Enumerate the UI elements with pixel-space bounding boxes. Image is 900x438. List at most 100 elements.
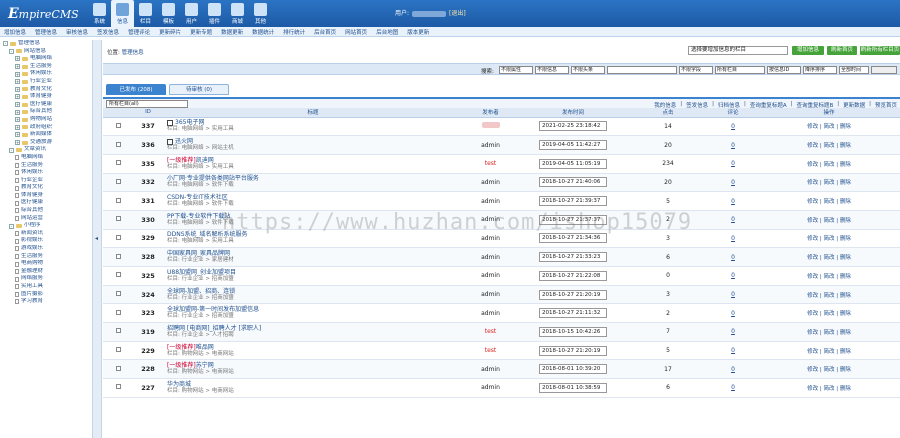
expand-toggle-icon[interactable]: - [9,223,14,229]
expand-toggle-icon[interactable]: + [15,132,20,138]
subnav-link[interactable]: 排行统计 [283,28,305,36]
comment-count-link[interactable]: 0 [731,347,735,354]
expand-toggle-icon[interactable]: + [15,94,20,100]
row-actions[interactable]: 修改 | 简改 | 删除 [807,143,851,149]
keyword-input[interactable] [607,66,677,74]
expand-toggle-icon[interactable]: - [9,147,14,153]
tree-item[interactable]: + 生活服务 [3,63,92,71]
add-info-button[interactable]: 增加信息 [792,46,824,55]
row-checkbox[interactable] [115,384,121,390]
row-actions[interactable]: 修改 | 简改 | 删除 [807,349,851,355]
tab-published[interactable]: 已发布 (208) [106,84,166,95]
publish-time-field[interactable]: 2018-10-15 10:42:26 [539,326,607,337]
topnav-plugin[interactable]: 插件 [203,0,226,27]
row-checkbox[interactable] [115,160,121,166]
expand-toggle-icon[interactable]: + [15,56,20,62]
comment-count-link[interactable]: 0 [731,366,735,373]
row-checkbox[interactable] [115,141,121,147]
tree-item[interactable]: 网络服务 [3,275,92,283]
comment-count-link[interactable]: 0 [731,198,735,205]
tree-item[interactable]: 新闻资讯 [3,230,92,238]
title-link[interactable]: 唯品网 [196,344,214,351]
tree-item[interactable]: 综合其他 [3,207,92,215]
subnav-link[interactable]: 后台首页 [314,28,336,36]
tree-item[interactable]: 教育文化 [3,184,92,192]
expand-toggle-icon[interactable]: - [9,48,14,54]
tree-item[interactable]: + 教育文化 [3,86,92,94]
expand-toggle-icon[interactable]: + [15,140,20,146]
topnav-other[interactable]: 其他 [249,0,272,27]
tree-item[interactable]: 金融理财 [3,268,92,276]
topnav-system[interactable]: 系统 [88,0,111,27]
subnav-link[interactable]: 签发信息 [97,28,119,36]
row-actions[interactable]: 修改 | 简改 | 删除 [807,311,851,317]
expand-toggle-icon[interactable]: + [15,86,20,92]
publisher-link[interactable]: admin [481,272,500,279]
column-select-dropdown[interactable]: 选择要增加信息的栏目 [688,46,788,55]
publisher-link[interactable]: test [485,328,497,335]
row-checkbox[interactable] [115,234,121,240]
row-actions[interactable]: 修改 | 简改 | 删除 [807,293,851,299]
row-checkbox[interactable] [115,347,121,353]
row-checkbox[interactable] [115,291,121,297]
refresh-all-button[interactable]: 刷新所有栏目页 [860,46,900,55]
row-actions[interactable]: 修改 | 简改 | 删除 [807,218,851,224]
row-checkbox[interactable] [115,197,121,203]
row-checkbox[interactable] [115,122,121,128]
row-actions[interactable]: 修改 | 简改 | 删除 [807,330,851,336]
subnav-link[interactable]: 数据统计 [252,28,274,36]
title-link[interactable]: PP下载-专业软件下载站 [167,213,230,220]
expand-toggle-icon[interactable]: - [3,41,8,47]
tree-item[interactable]: 体育健身 [3,192,92,200]
comment-count-link[interactable]: 0 [731,179,735,186]
tree-item[interactable]: 生活服务 [3,162,92,170]
tree-item[interactable]: 医疗健康 [3,199,92,207]
title-link[interactable]: U88加盟网_创业加盟项目 [167,269,236,276]
publish-time-field[interactable]: 2021-02-25 23:18:42 [539,121,607,132]
comment-count-link[interactable]: 0 [731,160,735,167]
topnav-user[interactable]: 用户 [180,0,203,27]
tree-item[interactable]: 影视娱乐 [3,237,92,245]
row-actions[interactable]: 修改 | 简改 | 删除 [807,367,851,373]
tree-item[interactable]: - 小程序 [3,222,92,230]
headline-select[interactable]: 不限头条 [571,66,605,74]
publisher-link[interactable]: admin [481,310,500,317]
publish-time-field[interactable]: 2018-10-27 21:20:19 [539,289,607,300]
tree-item[interactable]: - 管理信息 [3,40,92,48]
topnav-template[interactable]: 模板 [157,0,180,27]
tree-item[interactable]: 电脑网络 [3,154,92,162]
row-actions[interactable]: 修改 | 简改 | 删除 [807,274,851,280]
expand-toggle-icon[interactable]: + [15,79,20,85]
title-link[interactable]: 迅火网 [175,138,193,145]
time-select[interactable]: 全部时间 [839,66,869,74]
tree-item[interactable]: + 行业企业 [3,78,92,86]
empirecms-logo[interactable]: EmpireCMS [4,4,84,24]
subnav-link[interactable]: 管理评论 [128,28,150,36]
subnav-link[interactable]: 后台地图 [376,28,398,36]
expand-toggle-icon[interactable]: + [15,64,20,70]
tree-item[interactable]: - 网站信息 [3,48,92,56]
field-select[interactable]: 不限字段 [679,66,713,74]
title-link[interactable]: 全球网-加盟、招商、连锁 [167,288,235,295]
row-actions[interactable]: 修改 | 简改 | 删除 [807,199,851,205]
publish-time-field[interactable]: 2019-04-05 11:42:27 [539,140,607,151]
comment-count-link[interactable]: 0 [731,123,735,130]
row-checkbox[interactable] [115,216,121,222]
topnav-column[interactable]: 栏目 [134,0,157,27]
publish-time-field[interactable]: 2018-10-27 21:40:06 [539,177,607,188]
expand-toggle-icon[interactable]: + [15,124,20,130]
comment-count-link[interactable]: 0 [731,310,735,317]
publisher-link[interactable]: test [485,160,497,167]
title-link[interactable]: 华为商城 [167,381,191,388]
tree-item[interactable]: 网站运营 [3,215,92,223]
row-checkbox[interactable] [115,253,121,259]
row-checkbox[interactable] [115,365,121,371]
tree-item[interactable]: 游戏娱乐 [3,245,92,253]
tree-item[interactable]: 电商购物 [3,260,92,268]
subnav-link[interactable]: 审核信息 [66,28,88,36]
subnav-link[interactable]: 增加信息 [4,28,26,36]
title-link[interactable]: 凯迪网 [196,157,214,164]
tree-item[interactable]: + 医疗健康 [3,101,92,109]
publish-time-field[interactable]: 2018-10-27 21:39:37 [539,196,607,207]
subnav-link[interactable]: 更新碎片 [159,28,181,36]
